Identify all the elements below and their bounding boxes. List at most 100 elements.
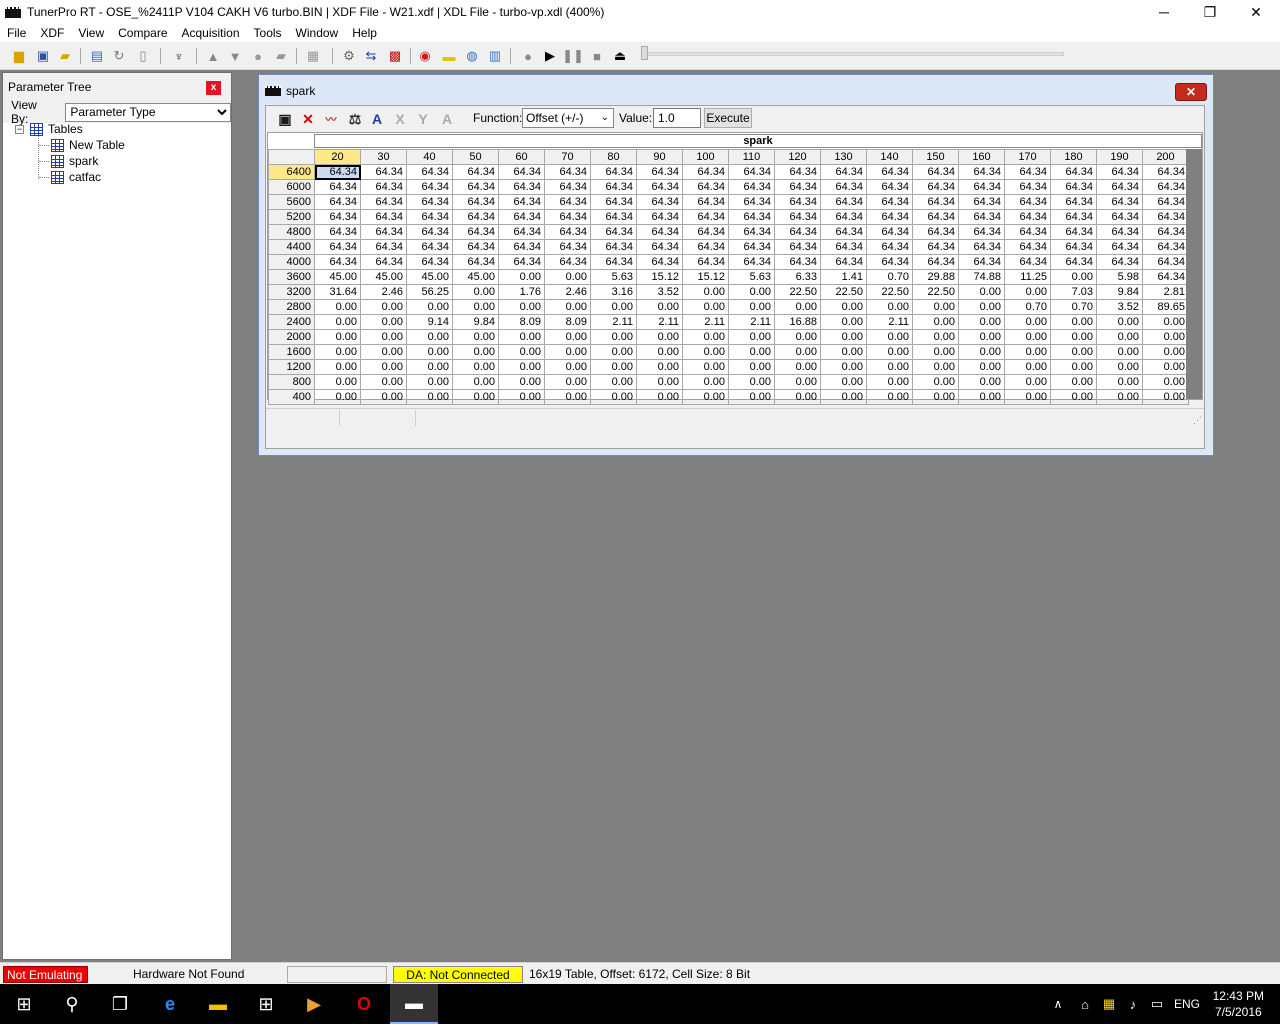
table-cell[interactable]: 0.00: [958, 389, 1005, 405]
media-player-icon[interactable]: ▶: [290, 984, 338, 1024]
table-cell[interactable]: 64.34: [682, 224, 729, 240]
table-cell[interactable]: 64.34: [360, 209, 407, 225]
swap-icon[interactable]: ⇆: [362, 47, 380, 65]
table-cell[interactable]: 45.00: [406, 269, 453, 285]
network-icon[interactable]: ⌂: [1074, 984, 1096, 1024]
table-cell[interactable]: 64.34: [360, 179, 407, 195]
table-cell[interactable]: 0.00: [1050, 374, 1097, 390]
table-cell[interactable]: 64.34: [544, 209, 591, 225]
table-cell[interactable]: 64.34: [314, 254, 361, 270]
table-cell[interactable]: 22.50: [912, 284, 959, 300]
table-cell[interactable]: 64.34: [820, 194, 867, 210]
stop-icon[interactable]: ■: [588, 47, 606, 65]
table-cell[interactable]: 2.46: [544, 284, 591, 300]
table-cell[interactable]: 64.34: [728, 179, 775, 195]
table-cell[interactable]: 0.00: [774, 344, 821, 360]
table-cell[interactable]: 64.34: [1142, 194, 1189, 210]
table-cell[interactable]: 64.34: [636, 239, 683, 255]
table-cell[interactable]: 0.00: [958, 314, 1005, 330]
table-cell[interactable]: 0.00: [590, 374, 637, 390]
table-cell[interactable]: 64.34: [866, 254, 913, 270]
column-header[interactable]: 150: [912, 149, 959, 165]
table-cell[interactable]: 64.34: [544, 254, 591, 270]
table-cell[interactable]: 64.34: [498, 164, 545, 180]
globe-icon[interactable]: ◍: [463, 47, 481, 65]
table-cell[interactable]: 64.34: [452, 224, 499, 240]
table-cell[interactable]: 0.00: [452, 374, 499, 390]
table-cell[interactable]: 64.34: [1142, 224, 1189, 240]
table-cell[interactable]: 64.34: [636, 209, 683, 225]
table-cell[interactable]: 64.34: [774, 194, 821, 210]
table-cell[interactable]: 0.00: [544, 359, 591, 375]
table-cell[interactable]: 0.00: [314, 374, 361, 390]
table-cell[interactable]: 0.00: [1096, 344, 1143, 360]
table-cell[interactable]: 64.34: [1142, 179, 1189, 195]
table-cell[interactable]: 64.34: [820, 224, 867, 240]
column-header[interactable]: 130: [820, 149, 867, 165]
table-cell[interactable]: 64.34: [498, 209, 545, 225]
table-cell[interactable]: 64.34: [728, 194, 775, 210]
table-cell[interactable]: 64.34: [728, 239, 775, 255]
table-cell[interactable]: 64.34: [452, 194, 499, 210]
chip-icon[interactable]: ▦: [304, 47, 322, 65]
circle-icon[interactable]: ●: [249, 47, 267, 65]
table-cell[interactable]: 64.34: [774, 209, 821, 225]
table-cell[interactable]: 0.00: [728, 374, 775, 390]
table-cell[interactable]: 0.00: [820, 329, 867, 345]
table-cell[interactable]: 0.00: [866, 329, 913, 345]
table-cell[interactable]: 0.00: [1050, 344, 1097, 360]
table-cell[interactable]: 64.34: [498, 224, 545, 240]
row-header[interactable]: 1600: [268, 344, 315, 360]
table-cell[interactable]: 64.34: [958, 209, 1005, 225]
table-cell[interactable]: 0.00: [1096, 374, 1143, 390]
table-cell[interactable]: 64.34: [406, 179, 453, 195]
table-cell[interactable]: 0.00: [866, 299, 913, 315]
table-cell[interactable]: 0.00: [958, 284, 1005, 300]
table-cell[interactable]: 0.00: [314, 359, 361, 375]
table-cell[interactable]: 0.00: [1142, 329, 1189, 345]
table-cell[interactable]: 64.34: [590, 209, 637, 225]
table-cell[interactable]: 64.34: [590, 179, 637, 195]
table-cell[interactable]: 3.52: [1096, 299, 1143, 315]
table-cell[interactable]: 64.34: [360, 239, 407, 255]
table-cell[interactable]: 0.00: [866, 389, 913, 405]
table-cell[interactable]: 64.34: [406, 224, 453, 240]
start-windows-icon[interactable]: ⊞: [0, 984, 48, 1024]
table-cell[interactable]: 0.00: [1050, 389, 1097, 405]
search-icon[interactable]: ⚲: [48, 984, 96, 1024]
row-header[interactable]: 5200: [268, 209, 315, 225]
table-cell[interactable]: 0.00: [820, 314, 867, 330]
table-cell[interactable]: 0.00: [544, 374, 591, 390]
table-cell[interactable]: 64.34: [1050, 164, 1097, 180]
table-cell[interactable]: 0.00: [1142, 314, 1189, 330]
table-cell[interactable]: 0.00: [1050, 359, 1097, 375]
table-cell[interactable]: 64.34: [820, 164, 867, 180]
playback-slider-track[interactable]: [644, 52, 1064, 56]
table-cell[interactable]: 64.34: [958, 224, 1005, 240]
chevron-up-icon[interactable]: ∧: [1048, 984, 1068, 1024]
menu-view[interactable]: View: [71, 26, 111, 40]
table-cell[interactable]: 2.46: [360, 284, 407, 300]
table-cell[interactable]: 64.34: [590, 224, 637, 240]
save-icon[interactable]: ▣: [276, 110, 294, 128]
table-cell[interactable]: 64.34: [1142, 254, 1189, 270]
table-cell[interactable]: 0.00: [1050, 314, 1097, 330]
table-cell[interactable]: 0.00: [360, 374, 407, 390]
table-cell[interactable]: 0.00: [452, 389, 499, 405]
opera-icon[interactable]: O: [340, 984, 388, 1024]
table-cell[interactable]: 64.34: [958, 194, 1005, 210]
table-cell[interactable]: 22.50: [820, 284, 867, 300]
task-view-icon[interactable]: ❐: [96, 984, 144, 1024]
table-cell[interactable]: 0.00: [820, 389, 867, 405]
table-cell[interactable]: 45.00: [360, 269, 407, 285]
row-header[interactable]: 1200: [268, 359, 315, 375]
clock[interactable]: 12:43 PM 7/5/2016: [1213, 988, 1264, 1020]
view-by-select[interactable]: Parameter Type: [65, 102, 231, 122]
table-cell[interactable]: 0.00: [636, 389, 683, 405]
table-cell[interactable]: 16.88: [774, 314, 821, 330]
table-cell[interactable]: 2.11: [590, 314, 637, 330]
table-cell[interactable]: 64.34: [682, 239, 729, 255]
table-cell[interactable]: 64.34: [682, 164, 729, 180]
table-cell[interactable]: 0.00: [912, 389, 959, 405]
table-cell[interactable]: 64.34: [498, 254, 545, 270]
